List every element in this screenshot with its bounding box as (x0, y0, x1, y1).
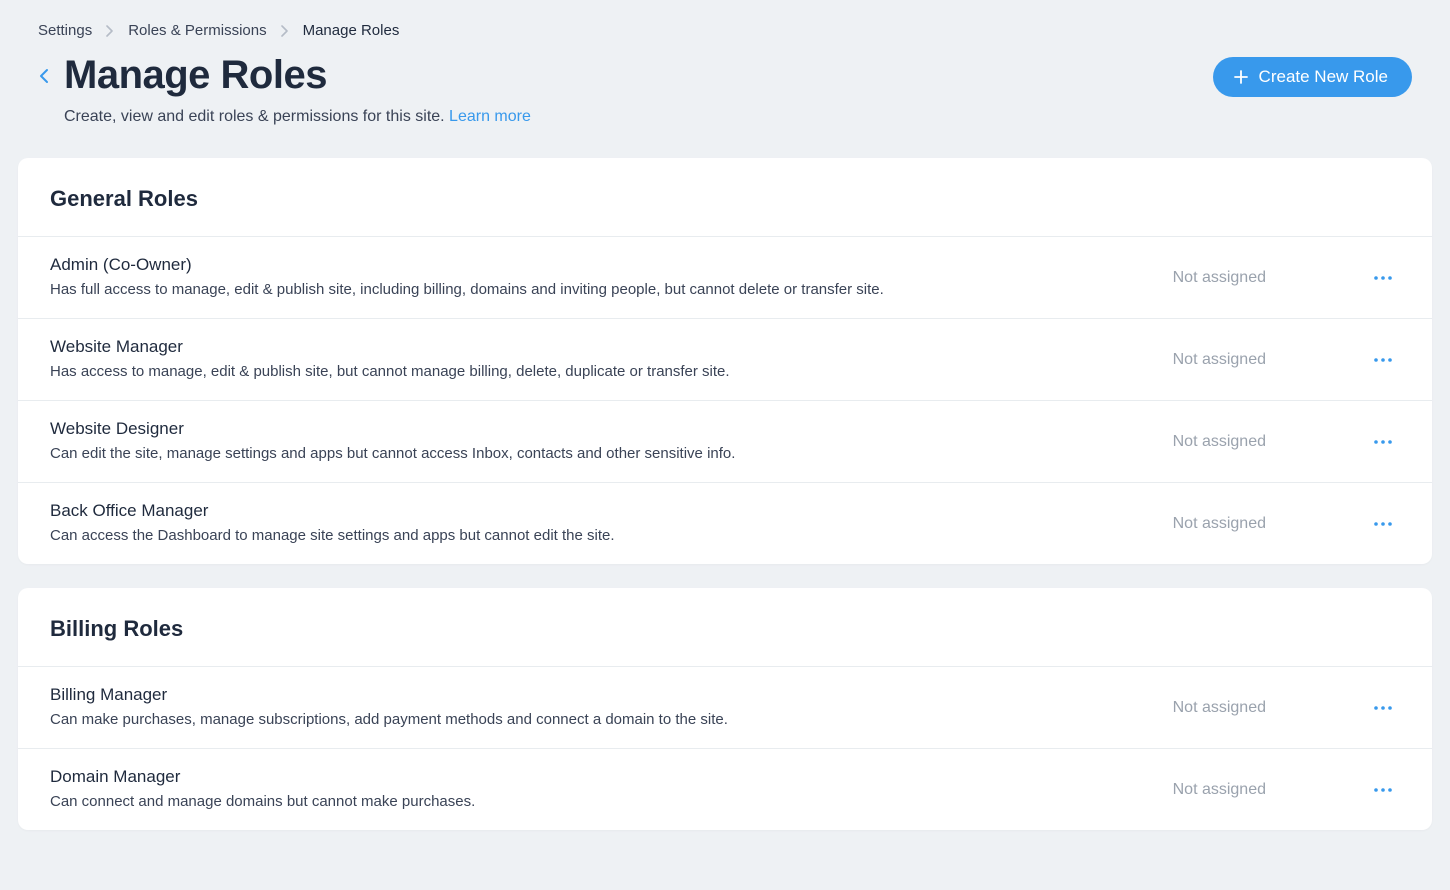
role-row[interactable]: Back Office Manager Can access the Dashb… (18, 483, 1432, 564)
subtitle-text: Create, view and edit roles & permission… (64, 108, 449, 125)
create-button-label: Create New Role (1259, 67, 1388, 87)
section-title: General Roles (50, 186, 1400, 212)
role-name: Website Designer (50, 419, 1133, 439)
role-description: Has access to manage, edit & publish sit… (50, 361, 1133, 382)
dots-horizontal-icon (1373, 439, 1393, 445)
role-row[interactable]: Website Designer Can edit the site, mana… (18, 401, 1432, 483)
dots-horizontal-icon (1373, 357, 1393, 363)
dots-horizontal-icon (1373, 521, 1393, 527)
plus-icon (1233, 69, 1249, 85)
more-actions-button[interactable] (1366, 693, 1400, 723)
page-subtitle: Create, view and edit roles & permission… (64, 108, 531, 126)
more-actions-button[interactable] (1366, 345, 1400, 375)
more-actions-button[interactable] (1366, 263, 1400, 293)
more-actions-button[interactable] (1366, 509, 1400, 539)
breadcrumb-item-roles-permissions[interactable]: Roles & Permissions (128, 22, 266, 39)
role-name: Domain Manager (50, 767, 1133, 787)
role-description: Can make purchases, manage subscriptions… (50, 709, 1133, 730)
role-status: Not assigned (1173, 351, 1266, 369)
role-status: Not assigned (1173, 433, 1266, 451)
role-row[interactable]: Admin (Co-Owner) Has full access to mana… (18, 237, 1432, 319)
role-status: Not assigned (1173, 515, 1266, 533)
chevron-right-icon (106, 25, 114, 37)
more-actions-button[interactable] (1366, 427, 1400, 457)
breadcrumb-item-settings[interactable]: Settings (38, 22, 92, 39)
role-row[interactable]: Website Manager Has access to manage, ed… (18, 319, 1432, 401)
dots-horizontal-icon (1373, 275, 1393, 281)
role-status: Not assigned (1173, 781, 1266, 799)
section-general-roles: General Roles Admin (Co-Owner) Has full … (18, 158, 1432, 564)
role-description: Can edit the site, manage settings and a… (50, 443, 1133, 464)
dots-horizontal-icon (1373, 705, 1393, 711)
role-description: Has full access to manage, edit & publis… (50, 279, 1133, 300)
breadcrumb-item-current: Manage Roles (303, 22, 400, 39)
role-name: Admin (Co-Owner) (50, 255, 1133, 275)
learn-more-link[interactable]: Learn more (449, 108, 531, 125)
section-title: Billing Roles (50, 616, 1400, 642)
breadcrumb: Settings Roles & Permissions Manage Role… (18, 0, 1432, 53)
create-new-role-button[interactable]: Create New Role (1213, 57, 1412, 97)
role-row[interactable]: Domain Manager Can connect and manage do… (18, 749, 1432, 830)
section-billing-roles: Billing Roles Billing Manager Can make p… (18, 588, 1432, 830)
role-status: Not assigned (1173, 269, 1266, 287)
role-name: Billing Manager (50, 685, 1133, 705)
role-description: Can connect and manage domains but canno… (50, 791, 1133, 812)
chevron-right-icon (281, 25, 289, 37)
page-title: Manage Roles (64, 53, 531, 98)
role-row[interactable]: Billing Manager Can make purchases, mana… (18, 667, 1432, 749)
role-name: Website Manager (50, 337, 1133, 357)
dots-horizontal-icon (1373, 787, 1393, 793)
back-arrow-icon[interactable] (38, 53, 50, 85)
role-status: Not assigned (1173, 699, 1266, 717)
role-name: Back Office Manager (50, 501, 1133, 521)
more-actions-button[interactable] (1366, 775, 1400, 805)
role-description: Can access the Dashboard to manage site … (50, 525, 1133, 546)
